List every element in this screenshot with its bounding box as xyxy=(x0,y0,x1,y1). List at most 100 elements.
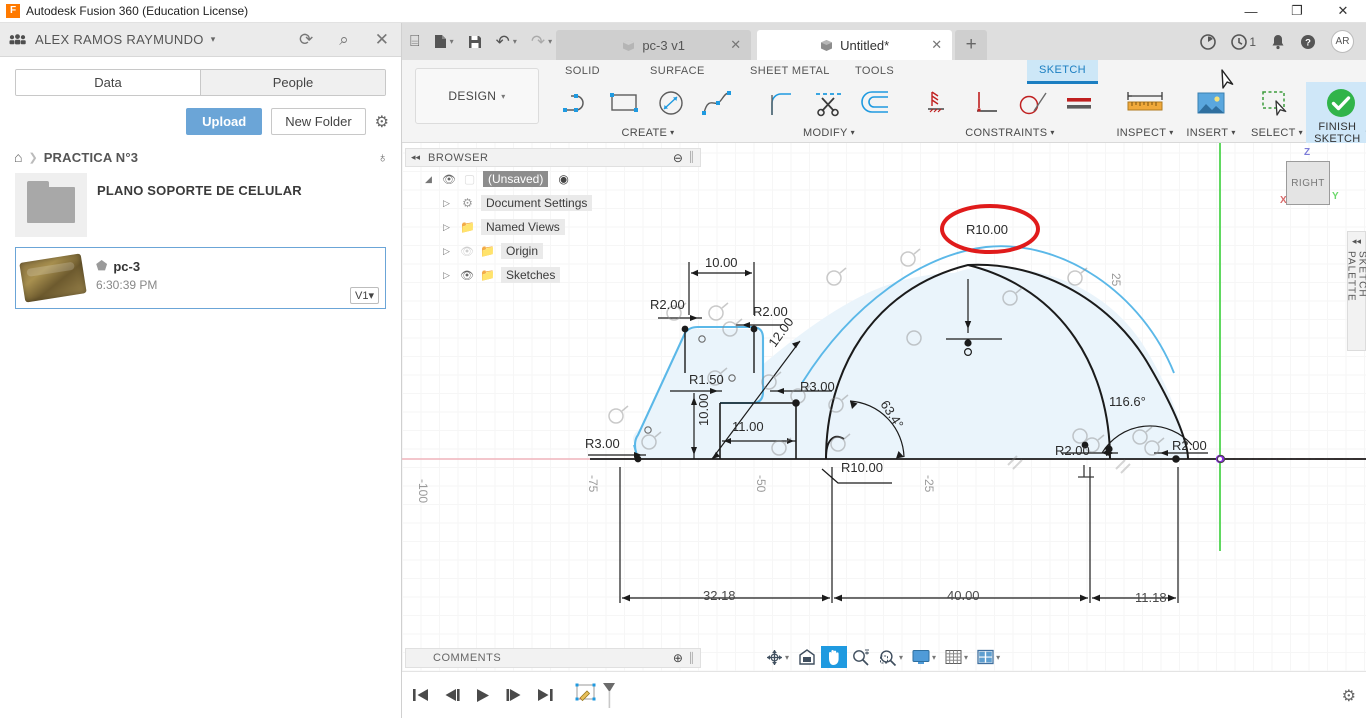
grid-snaps-icon[interactable]: ▾ xyxy=(941,646,972,668)
undo-icon[interactable]: ↶▾ xyxy=(496,32,517,52)
dim-10-vertical[interactable]: 10.00 xyxy=(696,393,711,426)
dim-r10-bottom[interactable]: R10.00 xyxy=(841,460,883,475)
browser-node-sketches[interactable]: ▷ 👁 📁 Sketches xyxy=(405,263,701,287)
add-comment-icon[interactable]: ⊕ xyxy=(673,651,683,665)
grid-caret-icon[interactable]: ▾ xyxy=(964,653,968,662)
dim-10-top[interactable]: 10.00 xyxy=(705,255,738,270)
browser-grip-icon[interactable]: ║ xyxy=(688,152,695,163)
step-back-icon[interactable] xyxy=(443,688,461,702)
new-file-icon[interactable]: ▾ xyxy=(434,34,454,49)
save-icon[interactable] xyxy=(468,35,482,49)
new-tab-button[interactable]: + xyxy=(955,30,987,60)
comments-panel[interactable]: COMMENTS ⊕ ║ xyxy=(405,648,701,668)
pan-hand-icon[interactable] xyxy=(821,646,847,668)
ribbon-panel-label-finish-sketch[interactable]: FINISH SKETCH ▾ xyxy=(1312,124,1366,141)
ribbon-panel-label-select[interactable]: SELECT ▾ xyxy=(1248,124,1306,141)
go-to-end-icon[interactable] xyxy=(536,688,554,702)
go-to-beginning-icon[interactable] xyxy=(412,688,430,702)
browser-minimize-icon[interactable]: ⊖ xyxy=(673,151,683,165)
dim-12-angled[interactable]: 12.00 xyxy=(765,315,796,350)
trim-scissors-icon[interactable] xyxy=(807,83,851,123)
sketch-feature-node[interactable] xyxy=(575,680,615,710)
data-panel-gear-icon[interactable]: ⚙ xyxy=(375,112,389,132)
job-status-icon[interactable] xyxy=(1200,34,1216,50)
line-icon[interactable] xyxy=(557,83,601,123)
ribbon-panel-label-insert[interactable]: INSERT ▾ xyxy=(1182,124,1240,141)
ribbon-panel-label-inspect[interactable]: INSPECT ▾ xyxy=(1116,124,1174,141)
browser-node-root[interactable]: ◢ 👁 ▢ (Unsaved) ◉ xyxy=(405,167,701,191)
fillet-icon[interactable] xyxy=(761,83,805,123)
user-avatar[interactable]: AR xyxy=(1331,30,1354,53)
green-check-icon[interactable] xyxy=(1319,83,1363,123)
step-forward-icon[interactable] xyxy=(505,688,523,702)
dim-r3-left[interactable]: R3.00 xyxy=(585,436,620,451)
expand-arrow-icon[interactable]: ▷ xyxy=(443,270,454,281)
application-settings-gear-icon[interactable]: ⚙ xyxy=(1342,686,1356,706)
home-icon[interactable]: ⌂ xyxy=(14,149,22,165)
dim-3218[interactable]: 32.18 xyxy=(703,588,736,603)
dim-r3-mid[interactable]: R3.00 xyxy=(800,379,835,394)
expand-arrow-icon[interactable]: ◢ xyxy=(425,174,436,185)
ribbon-panel-label-constraints[interactable]: CONSTRAINTS ▾ xyxy=(912,124,1108,141)
zoom-icon[interactable] xyxy=(848,646,874,668)
dim-4000[interactable]: 40.00 xyxy=(947,588,980,603)
viewports-caret-icon[interactable]: ▾ xyxy=(996,653,1000,662)
tangent-constraint-icon[interactable] xyxy=(1011,83,1055,123)
orbit-icon[interactable]: ▾ xyxy=(762,646,793,668)
list-item-folder[interactable]: PLANO SOPORTE DE CELULAR xyxy=(15,173,386,237)
new-folder-button[interactable]: New Folder xyxy=(271,108,365,135)
offset-icon[interactable] xyxy=(853,83,897,123)
close-tab-icon[interactable]: ✕ xyxy=(730,37,741,53)
display-caret-icon[interactable]: ▾ xyxy=(932,653,936,662)
zoom-window-caret-icon[interactable]: ▾ xyxy=(899,653,903,662)
insert-image-icon[interactable] xyxy=(1189,83,1233,123)
select-window-icon[interactable] xyxy=(1255,83,1299,123)
dim-r2-right-b[interactable]: R2.00 xyxy=(1172,438,1207,453)
user-menu-caret-icon[interactable]: ▾ xyxy=(211,34,216,45)
close-data-panel-icon[interactable]: ✕ xyxy=(375,30,389,50)
browser-node-document-settings[interactable]: ▷ ⚙ Document Settings xyxy=(405,191,701,215)
activate-component-icon[interactable]: ◉ xyxy=(558,172,568,186)
rectangle-icon[interactable] xyxy=(603,83,647,123)
close-tab-icon[interactable]: ✕ xyxy=(931,37,942,53)
equal-constraint-icon[interactable] xyxy=(1057,83,1101,123)
display-settings-icon[interactable]: ▾ xyxy=(908,646,940,668)
home-view-icon[interactable] xyxy=(794,646,820,668)
orbit-caret-icon[interactable]: ▾ xyxy=(785,653,789,662)
document-tab-untitled[interactable]: Untitled* ✕ xyxy=(757,30,952,60)
circle-icon[interactable] xyxy=(649,83,693,123)
dim-r10-top[interactable]: R10.00 xyxy=(966,222,1008,237)
grid-apps-icon[interactable]: ⌸ xyxy=(410,33,420,51)
help-icon[interactable]: ? xyxy=(1300,34,1316,50)
document-tab-pc3[interactable]: pc-3 v1 ✕ xyxy=(556,30,751,60)
tab-sketch[interactable]: SKETCH xyxy=(1027,60,1098,84)
minimize-button[interactable]: — xyxy=(1228,0,1274,23)
browser-node-named-views[interactable]: ▷ 📁 Named Views xyxy=(405,215,701,239)
tab-solid[interactable]: SOLID xyxy=(565,65,600,77)
expand-arrow-icon[interactable]: ▷ xyxy=(443,198,454,209)
viewports-icon[interactable]: ▾ xyxy=(973,646,1004,668)
browser-node-origin[interactable]: ▷ 👁 📁 Origin xyxy=(405,239,701,263)
visibility-eye-icon[interactable]: 👁 xyxy=(442,173,456,186)
tab-data[interactable]: Data xyxy=(16,70,200,95)
dim-r2-right-a[interactable]: R2.00 xyxy=(1055,443,1090,458)
play-icon[interactable] xyxy=(474,688,492,703)
globe-icon[interactable]: ♁ xyxy=(378,149,389,165)
view-cube-face[interactable]: RIGHT xyxy=(1286,161,1330,205)
tab-tools[interactable]: TOOLS xyxy=(855,65,894,77)
ground-constraint-icon[interactable] xyxy=(919,83,963,123)
browser-collapse-icon[interactable]: ◂◂ xyxy=(411,152,420,163)
ribbon-panel-finish-sketch[interactable]: FINISH SKETCH ▾ xyxy=(1306,82,1366,143)
maximize-button[interactable]: ❐ xyxy=(1274,0,1320,23)
workspace-switcher-design[interactable]: DESIGN ▾ xyxy=(415,68,539,124)
ribbon-panel-label-create[interactable]: CREATE ▾ xyxy=(550,124,746,141)
tab-people[interactable]: People xyxy=(200,70,385,95)
dim-angle-1166[interactable]: 116.6° xyxy=(1109,394,1146,409)
recent-jobs-icon[interactable]: 1 xyxy=(1231,34,1256,50)
sketch-palette-collapse-icon[interactable]: ◂◂ xyxy=(1352,236,1361,247)
close-window-button[interactable]: ✕ xyxy=(1320,0,1366,23)
redo-icon[interactable]: ↷▾ xyxy=(531,32,552,52)
tab-surface[interactable]: SURFACE xyxy=(650,65,705,77)
breadcrumb-current-folder[interactable]: PRACTICA N°3 xyxy=(44,150,139,165)
measure-ruler-icon[interactable] xyxy=(1123,83,1167,123)
